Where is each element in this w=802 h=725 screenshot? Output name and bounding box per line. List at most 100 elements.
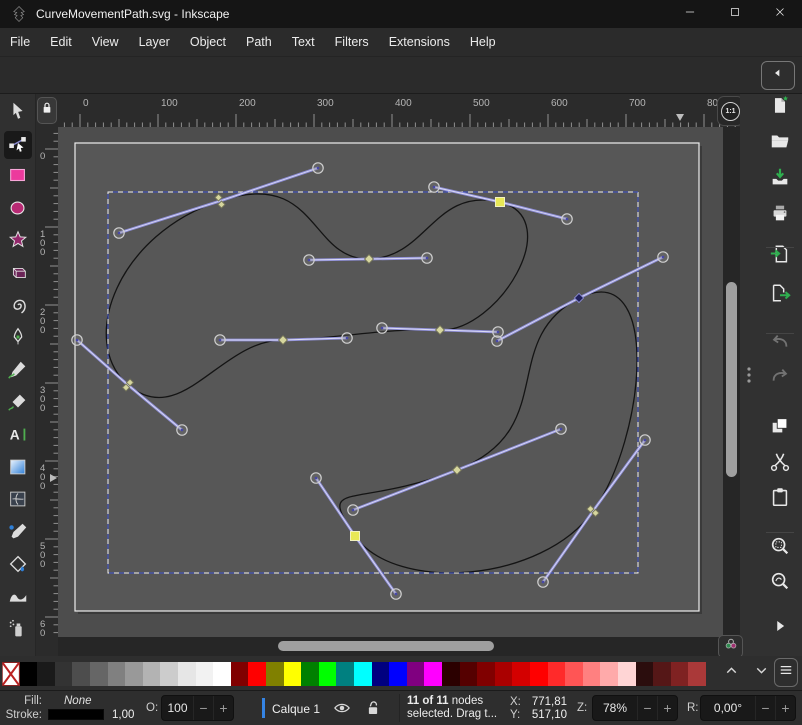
minimize-button[interactable] [667,0,712,28]
palette-swatch[interactable] [618,662,636,686]
menu-text[interactable]: Text [282,28,325,57]
fill-value[interactable]: None [64,695,92,707]
text-tool[interactable]: A [4,423,32,451]
rotation-value[interactable]: 0,00° [701,696,755,720]
palette-swatch[interactable] [55,662,73,686]
canvas[interactable] [58,127,723,637]
palette-swatch[interactable] [213,662,231,686]
panel-resize-gutter[interactable] [740,94,758,656]
palette-swatch[interactable] [548,662,566,686]
palette-swatch[interactable] [196,662,214,686]
gradient-tool[interactable] [4,455,32,483]
node-tool[interactable] [4,131,32,159]
menu-object[interactable]: Object [180,28,236,57]
palette-swatch[interactable] [600,662,618,686]
export-button[interactable] [768,283,792,307]
palette-swatch[interactable] [336,662,354,686]
opacity-value[interactable]: 100 [162,696,193,720]
palette-swatch[interactable] [688,662,706,686]
lock-guides-button[interactable] [37,97,57,124]
palette-swatch[interactable] [460,662,478,686]
layer-visibility-toggle[interactable] [333,699,351,717]
palette-swatch[interactable] [442,662,460,686]
zoom-decrease-button[interactable]: − [637,696,657,720]
zoom-spinner[interactable]: 78% − + [592,695,678,721]
palette-swatch-none[interactable] [2,662,20,686]
menu-layer[interactable]: Layer [129,28,180,57]
palette-swatch[interactable] [125,662,143,686]
layer-lock-toggle[interactable] [364,699,382,717]
duplicate-button[interactable] [768,416,792,440]
palette-swatch[interactable] [530,662,548,686]
palette-swatch[interactable] [636,662,654,686]
palette-swatch[interactable] [301,662,319,686]
spray-tool[interactable] [4,617,32,645]
palette-menu[interactable] [774,658,798,687]
vertical-ruler[interactable]: 0100200300400500600 [36,127,58,637]
palette-swatch[interactable] [178,662,196,686]
dropper-tool[interactable] [4,520,32,548]
horizontal-scrollbar-thumb[interactable] [278,641,494,651]
zoom-increase-button[interactable]: + [657,696,677,720]
horizontal-ruler[interactable]: 0100200300400500600700800 [58,94,740,127]
maximize-button[interactable] [712,0,757,28]
mesh-tool[interactable] [4,488,32,516]
palette-swatch[interactable] [160,662,178,686]
palette-swatch[interactable] [20,662,38,686]
paint-bucket-tool[interactable] [4,553,32,581]
palette-swatch[interactable] [671,662,689,686]
zoom-value[interactable]: 78% [593,696,637,720]
palette-swatch[interactable] [319,662,337,686]
vertical-scrollbar[interactable] [723,127,740,637]
tweak-tool[interactable] [4,585,32,613]
palette-scroll-up[interactable] [723,665,740,681]
paste-button[interactable] [768,487,792,511]
star-tool[interactable] [4,229,32,257]
print-button[interactable] [768,203,792,227]
palette-swatch[interactable] [477,662,495,686]
palette-scroll-down[interactable] [753,665,770,681]
commands-overflow[interactable] [768,616,792,640]
palette-swatch[interactable] [565,662,583,686]
palette-swatch[interactable] [389,662,407,686]
palette-swatch[interactable] [653,662,671,686]
path-node[interactable] [496,198,505,207]
save-document-button[interactable] [768,167,792,191]
palette-swatch[interactable] [248,662,266,686]
menu-help[interactable]: Help [460,28,506,57]
menu-filters[interactable]: Filters [325,28,379,57]
palette-swatch[interactable] [72,662,90,686]
close-button[interactable] [757,0,802,28]
open-document-button[interactable] [768,131,792,155]
pen-tool[interactable] [4,326,32,354]
rectangle-tool[interactable] [4,164,32,192]
path-node[interactable] [351,532,360,541]
pencil-tool[interactable] [4,358,32,386]
stroke-width-value[interactable]: 1,00 [112,709,134,721]
box3d-tool[interactable] [4,261,32,289]
opacity-increase-button[interactable]: + [213,696,233,720]
menu-extensions[interactable]: Extensions [379,28,460,57]
collapse-panel-button[interactable] [761,61,795,90]
spiral-tool[interactable] [4,293,32,321]
layer-name[interactable]: Calque 1 [272,702,320,716]
title-bar[interactable]: CurveMovementPath.svg - Inkscape [0,0,802,28]
palette-swatch[interactable] [90,662,108,686]
palette-swatch[interactable] [372,662,390,686]
palette-swatch[interactable] [354,662,372,686]
horizontal-scrollbar[interactable] [58,637,723,656]
cut-button[interactable] [768,452,792,476]
menu-edit[interactable]: Edit [40,28,82,57]
palette-swatch[interactable] [108,662,126,686]
palette-swatch[interactable] [512,662,530,686]
undo-button[interactable] [768,332,792,356]
calligraphy-tool[interactable] [4,391,32,419]
rotation-spinner[interactable]: 0,00° − + [700,695,796,721]
palette-swatch[interactable] [37,662,55,686]
palette-swatch[interactable] [407,662,425,686]
menu-path[interactable]: Path [236,28,282,57]
color-management-button[interactable] [718,635,743,658]
palette-swatch[interactable] [284,662,302,686]
new-document-button[interactable] [768,95,792,119]
ellipse-tool[interactable] [4,196,32,224]
